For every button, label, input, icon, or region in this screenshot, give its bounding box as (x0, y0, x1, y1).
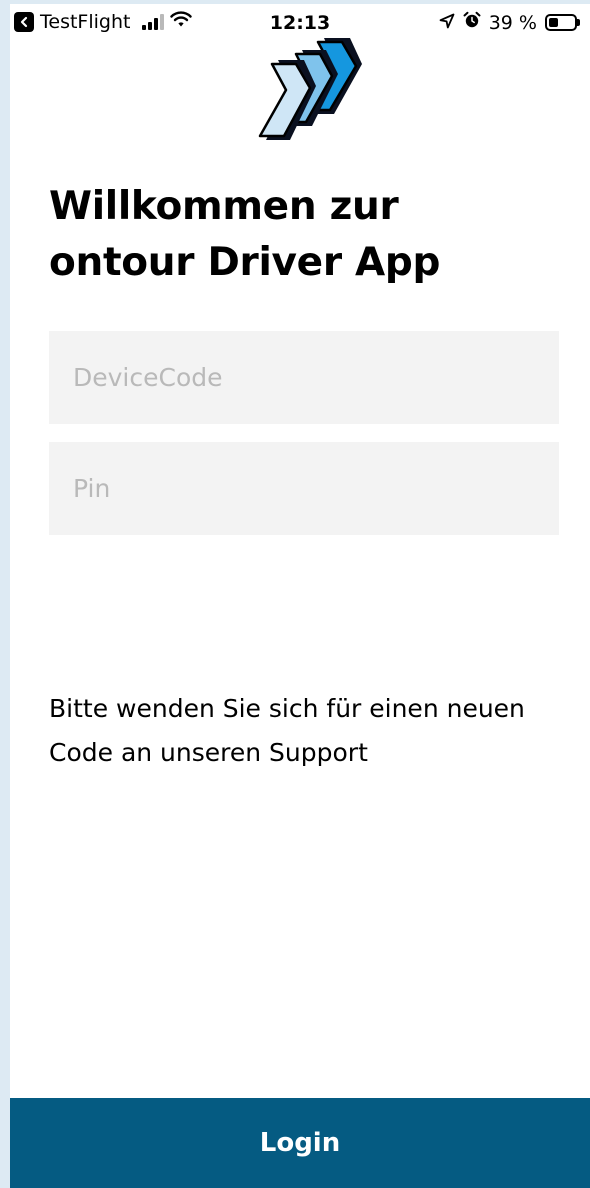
login-button[interactable]: Login (10, 1098, 590, 1188)
pin-input[interactable] (49, 442, 559, 535)
welcome-title-line2: ontour Driver App (49, 240, 441, 285)
alarm-icon (463, 11, 481, 34)
support-info-text: Bitte wenden Sie sich für einen neuen Co… (49, 694, 525, 767)
battery-fill (549, 18, 559, 27)
device-code-input[interactable] (49, 331, 559, 424)
battery-icon (545, 14, 580, 31)
welcome-title: Willkommen zur ontour Driver App (49, 179, 549, 291)
chevron-arrows-logo (258, 38, 362, 140)
location-arrow-icon (439, 12, 455, 34)
battery-percentage: 39 % (488, 11, 537, 34)
battery-body (545, 14, 577, 31)
status-indicators: 39 % (439, 11, 580, 34)
battery-tip (577, 19, 580, 26)
logo-chevron-light (258, 60, 316, 140)
welcome-title-line1: Willkommen zur (49, 184, 399, 229)
app-screen: TestFlight 12:13 39 % Willkommen zur ont… (10, 4, 590, 1188)
